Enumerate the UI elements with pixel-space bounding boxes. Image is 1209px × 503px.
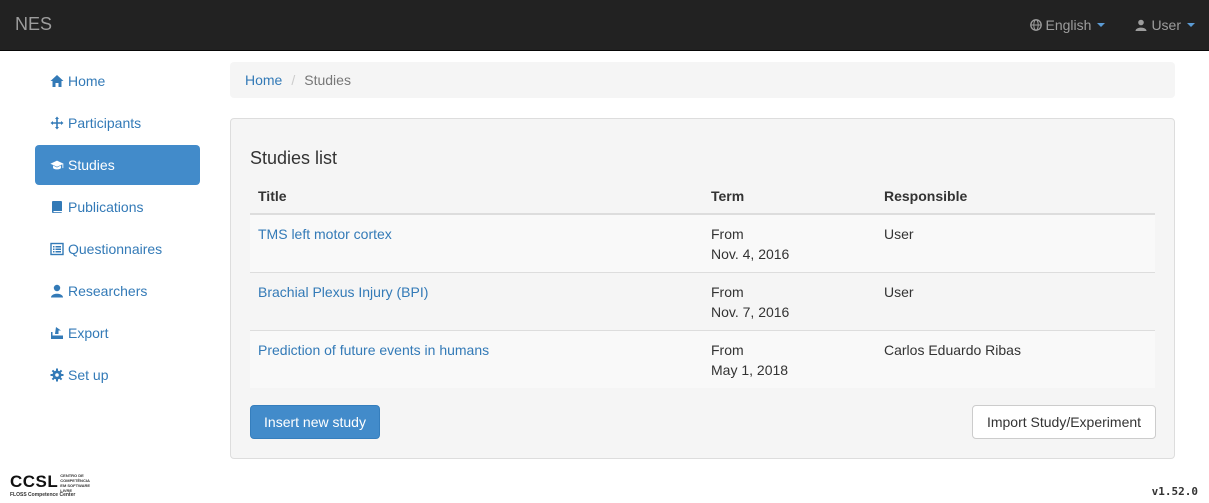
logo-subtitle: CENTRO DE COMPETÊNCIA EM SOFTWARE LIVRE [60, 473, 91, 493]
term-date: Nov. 7, 2016 [711, 304, 790, 320]
studies-table: Title Term Responsible TMS left motor co… [250, 179, 1155, 388]
study-title-cell: Brachial Plexus Injury (BPI) [250, 272, 703, 331]
table-row: TMS left motor cortex From Nov. 4, 2016 U… [250, 214, 1155, 273]
user-icon [50, 284, 64, 298]
sidebar-item-label: Set up [68, 367, 109, 383]
study-term-cell: From Nov. 7, 2016 [703, 272, 876, 331]
breadcrumb-separator: / [291, 72, 296, 88]
cog-icon [50, 368, 64, 382]
sidebar-item-label: Export [68, 325, 109, 341]
term-date: Nov. 4, 2016 [711, 246, 790, 262]
sidebar-item-home[interactable]: Home [35, 61, 200, 101]
studies-panel: Studies list Title Term Responsible TMS … [230, 118, 1175, 459]
sidebar-item-label: Home [68, 73, 106, 89]
study-responsible-cell: User [876, 272, 1155, 331]
version-label: v1.52.0 [1151, 485, 1198, 498]
breadcrumb: Home / Studies [230, 62, 1175, 98]
study-title-link[interactable]: Brachial Plexus Injury (BPI) [258, 284, 428, 300]
study-responsible-cell: User [876, 214, 1155, 273]
logo-text: CCSL [10, 472, 59, 491]
sidebar-item-setup[interactable]: Set up [35, 355, 200, 395]
sidebar-item-publications[interactable]: Publications [35, 187, 200, 227]
language-dropdown[interactable]: English [1029, 17, 1106, 33]
table-header-row: Title Term Responsible [250, 179, 1155, 215]
chevron-down-icon [1187, 23, 1195, 27]
ccsl-logo: CCSL CENTRO DE COMPETÊNCIA EM SOFTWARE L… [10, 472, 94, 499]
column-header-responsible: Responsible [876, 179, 1155, 215]
logo-tagline: FLOSS Competence Center [10, 492, 76, 498]
study-term-cell: From May 1, 2018 [703, 330, 876, 388]
study-title-cell: TMS left motor cortex [250, 214, 703, 273]
move-icon [50, 116, 64, 130]
term-date: May 1, 2018 [711, 362, 789, 378]
import-study-button[interactable]: Import Study/Experiment [972, 405, 1156, 439]
term-prefix: From [711, 226, 744, 242]
study-title-cell: Prediction of future events in humans [250, 330, 703, 388]
insert-new-study-button[interactable]: Insert new study [250, 405, 380, 439]
sidebar-nav: Home Participants Studies Publications Q… [35, 61, 200, 397]
user-dropdown[interactable]: User [1135, 17, 1195, 33]
column-header-title: Title [250, 179, 703, 215]
study-term-cell: From Nov. 4, 2016 [703, 214, 876, 273]
export-icon [50, 326, 64, 340]
table-row: Brachial Plexus Injury (BPI) From Nov. 7,… [250, 272, 1155, 331]
brand-link[interactable]: NES [15, 14, 52, 35]
sidebar-item-researchers[interactable]: Researchers [35, 271, 200, 311]
sidebar-item-label: Participants [68, 115, 142, 131]
list-alt-icon [50, 242, 64, 256]
user-label: User [1151, 17, 1181, 33]
chevron-down-icon [1097, 23, 1106, 27]
top-navbar: NES English User [0, 0, 1209, 51]
navbar-right: English User [1000, 0, 1195, 50]
sidebar-item-label: Questionnaires [68, 241, 163, 257]
breadcrumb-current: Studies [304, 72, 351, 88]
sidebar-item-label: Studies [68, 157, 115, 173]
sidebar-item-questionnaires[interactable]: Questionnaires [35, 229, 200, 269]
globe-icon [1029, 19, 1042, 31]
sidebar-item-export[interactable]: Export [35, 313, 200, 353]
book-icon [50, 200, 64, 214]
table-row: Prediction of future events in humans Fr… [250, 330, 1155, 388]
term-prefix: From [711, 342, 744, 358]
sidebar-item-participants[interactable]: Participants [35, 103, 200, 143]
sidebar-item-label: Researchers [68, 283, 148, 299]
home-icon [50, 74, 64, 88]
user-icon [1135, 19, 1147, 31]
study-title-link[interactable]: TMS left motor cortex [258, 226, 392, 242]
study-title-link[interactable]: Prediction of future events in humans [258, 342, 489, 358]
term-prefix: From [711, 284, 744, 300]
education-icon [50, 158, 64, 172]
page-title: Studies list [250, 148, 338, 168]
sidebar-item-label: Publications [68, 199, 144, 215]
language-label: English [1045, 17, 1092, 33]
breadcrumb-home-link[interactable]: Home [245, 72, 282, 88]
sidebar-item-studies[interactable]: Studies [35, 145, 200, 185]
column-header-term: Term [703, 179, 876, 215]
study-responsible-cell: Carlos Eduardo Ribas [876, 330, 1155, 388]
